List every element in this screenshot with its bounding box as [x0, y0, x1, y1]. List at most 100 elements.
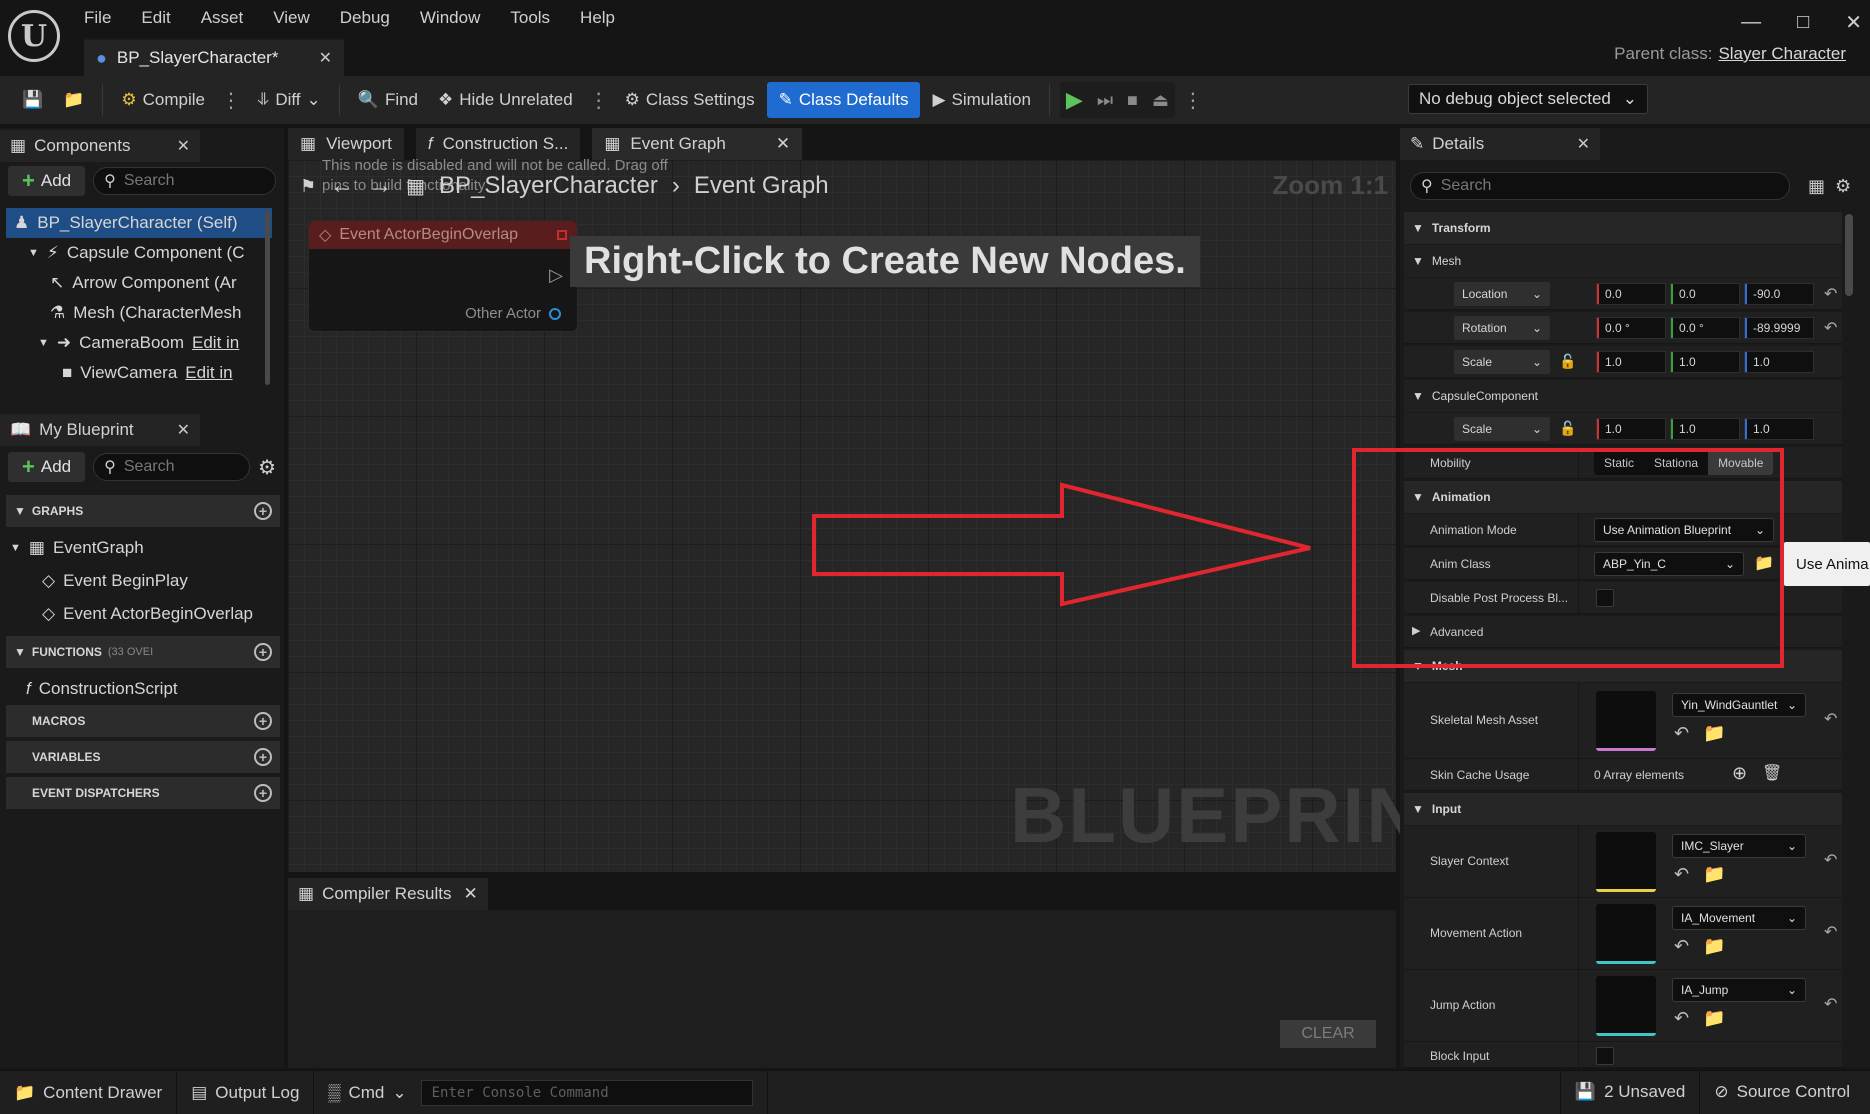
- components-scrollbar[interactable]: [265, 210, 270, 385]
- lock-icon[interactable]: 🔓: [1559, 420, 1576, 437]
- my-blueprint-search-input[interactable]: ⚲ Search: [93, 453, 251, 481]
- class-settings-button[interactable]: ⚙ Class Settings: [617, 82, 763, 118]
- section-capsule[interactable]: ▼ CapsuleComponent: [1404, 380, 1842, 412]
- close-icon[interactable]: ✕: [177, 420, 190, 440]
- section-variables[interactable]: VARIABLES +: [6, 741, 280, 773]
- play-icon[interactable]: ▶: [1066, 87, 1083, 113]
- browse-icon[interactable]: 📁: [55, 82, 92, 118]
- close-icon[interactable]: ✕: [464, 884, 478, 904]
- lock-icon[interactable]: 🔓: [1559, 353, 1576, 370]
- eject-icon[interactable]: ⏏: [1152, 90, 1169, 111]
- slayer-context-dropdown[interactable]: IMC_Slayer ⌄: [1672, 834, 1806, 858]
- hide-unrelated-button[interactable]: ❖ Hide Unrelated: [430, 82, 581, 118]
- tree-item-viewcamera[interactable]: ■ ViewCamera Edit in: [6, 358, 272, 388]
- skeletal-mesh-dropdown[interactable]: Yin_WindGauntlet ⌄: [1672, 693, 1806, 717]
- location-z-field[interactable]: -90.0: [1744, 283, 1814, 305]
- capsule-scale-dropdown[interactable]: Scale ⌄: [1454, 417, 1550, 441]
- scale-y-field[interactable]: 1.0: [1670, 351, 1740, 373]
- close-icon[interactable]: ✕: [177, 136, 190, 156]
- diff-button[interactable]: ⥥ Diff ⌄: [249, 82, 329, 118]
- simulation-button[interactable]: ▶ Simulation: [924, 82, 1038, 118]
- section-transform[interactable]: ▼ Transform: [1404, 212, 1842, 244]
- list-item-event[interactable]: ◇ Event ActorBeginOverlap: [6, 597, 280, 630]
- input-action-thumbnail[interactable]: [1596, 904, 1656, 964]
- tab-my-blueprint[interactable]: 📖 My Blueprint ✕: [0, 414, 200, 446]
- back-arrow-icon[interactable]: ←: [330, 172, 354, 200]
- breadcrumb-graph[interactable]: Event Graph: [694, 172, 829, 200]
- jump-action-dropdown[interactable]: IA_Jump ⌄: [1672, 978, 1806, 1002]
- reset-icon[interactable]: ↶: [1824, 922, 1837, 942]
- add-member-button[interactable]: + Add: [8, 452, 86, 482]
- output-log-button[interactable]: ▤ Output Log: [177, 1070, 315, 1114]
- section-graphs[interactable]: ▼ GRAPHS +: [6, 495, 280, 527]
- add-function-icon[interactable]: +: [254, 643, 272, 661]
- tab-compiler-results[interactable]: ▦ Compiler Results ✕: [288, 878, 488, 910]
- rotation-z-field[interactable]: -89.9999: [1744, 317, 1814, 339]
- section-macros[interactable]: MACROS +: [6, 705, 280, 737]
- menu-asset[interactable]: Asset: [189, 4, 256, 32]
- location-dropdown[interactable]: Location ⌄: [1454, 282, 1550, 306]
- menu-file[interactable]: File: [72, 4, 123, 32]
- list-item-eventgraph[interactable]: ▼ ▦ EventGraph: [6, 531, 280, 564]
- add-dispatcher-icon[interactable]: +: [254, 784, 272, 802]
- movement-action-dropdown[interactable]: IA_Movement ⌄: [1672, 906, 1806, 930]
- close-icon[interactable]: ✕: [1577, 134, 1590, 154]
- reset-icon[interactable]: ↶: [1824, 318, 1837, 338]
- node-output-pin[interactable]: Other Actor: [465, 305, 561, 322]
- menu-edit[interactable]: Edit: [129, 4, 182, 32]
- location-y-field[interactable]: 0.0: [1670, 283, 1740, 305]
- close-window-icon[interactable]: ✕: [1845, 10, 1862, 35]
- trash-icon[interactable]: 🗑: [1762, 763, 1782, 783]
- play-options-icon[interactable]: ⋮: [1179, 88, 1207, 113]
- delegate-pin-icon[interactable]: [557, 230, 567, 240]
- table-view-icon[interactable]: ▦: [1808, 176, 1825, 197]
- list-item-event[interactable]: ◇ Event BeginPlay: [6, 564, 280, 597]
- step-icon[interactable]: ⏭: [1097, 90, 1113, 111]
- tree-item-cameraboom[interactable]: ▼ ➜ CameraBoom Edit in: [6, 328, 272, 358]
- close-icon[interactable]: ✕: [776, 134, 790, 154]
- section-functions[interactable]: ▼ FUNCTIONS (33 OVEI +: [6, 636, 280, 668]
- rotation-x-field[interactable]: 0.0 °: [1596, 317, 1666, 339]
- menu-debug[interactable]: Debug: [328, 4, 402, 32]
- scale-z-field[interactable]: 1.0: [1744, 351, 1814, 373]
- cmd-button[interactable]: ▒ Cmd ⌄ Enter Console Command: [314, 1070, 768, 1114]
- rotation-y-field[interactable]: 0.0 °: [1670, 317, 1740, 339]
- add-element-icon[interactable]: ⊕: [1732, 763, 1747, 784]
- components-search-input[interactable]: ⚲ Search: [93, 167, 276, 195]
- compile-options-icon[interactable]: ⋮: [217, 88, 245, 113]
- more-options-icon[interactable]: ⋮: [585, 88, 613, 113]
- tree-item-mesh[interactable]: ⚗ Mesh (CharacterMesh: [6, 298, 272, 328]
- menu-tools[interactable]: Tools: [498, 4, 562, 32]
- tree-item-self[interactable]: ♟ BP_SlayerCharacter (Self): [6, 208, 272, 238]
- edit-in-link[interactable]: Edit in: [185, 363, 232, 383]
- add-component-button[interactable]: + Add: [8, 166, 86, 196]
- reset-icon[interactable]: ↶: [1824, 284, 1837, 304]
- gear-icon[interactable]: ⚙: [258, 455, 276, 480]
- skeletal-mesh-thumbnail[interactable]: [1596, 691, 1656, 751]
- parent-class-link[interactable]: Slayer Character: [1718, 44, 1846, 64]
- bookmark-icon[interactable]: ⚑: [300, 176, 316, 197]
- minimize-icon[interactable]: —: [1741, 11, 1761, 34]
- section-input[interactable]: ▼ Input: [1404, 793, 1842, 825]
- exec-pin-icon[interactable]: ▷: [549, 265, 563, 286]
- tab-components[interactable]: ▦ Components ✕: [0, 130, 200, 162]
- details-scrollbar[interactable]: [1845, 214, 1853, 296]
- document-tab[interactable]: ● BP_SlayerCharacter* ✕: [84, 38, 344, 76]
- reset-icon[interactable]: ↶: [1824, 709, 1837, 729]
- tree-item-arrow[interactable]: ↖ Arrow Component (Ar: [6, 268, 272, 298]
- tab-details[interactable]: ✎ Details ✕: [1400, 128, 1600, 160]
- browse-asset-icon[interactable]: 📁: [1703, 723, 1725, 744]
- browse-asset-icon[interactable]: 📁: [1703, 1008, 1725, 1029]
- location-x-field[interactable]: 0.0: [1596, 283, 1666, 305]
- use-selected-icon[interactable]: ↶: [1674, 1008, 1689, 1029]
- compile-button[interactable]: ⚙ Compile: [113, 82, 213, 118]
- use-selected-icon[interactable]: ↶: [1674, 723, 1689, 744]
- browse-asset-icon[interactable]: 📁: [1703, 864, 1725, 885]
- add-variable-icon[interactable]: +: [254, 748, 272, 766]
- find-button[interactable]: 🔍 Find: [350, 82, 426, 118]
- capsule-scale-y-field[interactable]: 1.0: [1670, 418, 1740, 440]
- use-selected-icon[interactable]: ↶: [1674, 864, 1689, 885]
- reset-icon[interactable]: ↶: [1824, 850, 1837, 870]
- event-node[interactable]: ◇ Event ActorBeginOverlap ▷ Other Actor: [308, 220, 578, 332]
- scale-dropdown[interactable]: Scale ⌄: [1454, 350, 1550, 374]
